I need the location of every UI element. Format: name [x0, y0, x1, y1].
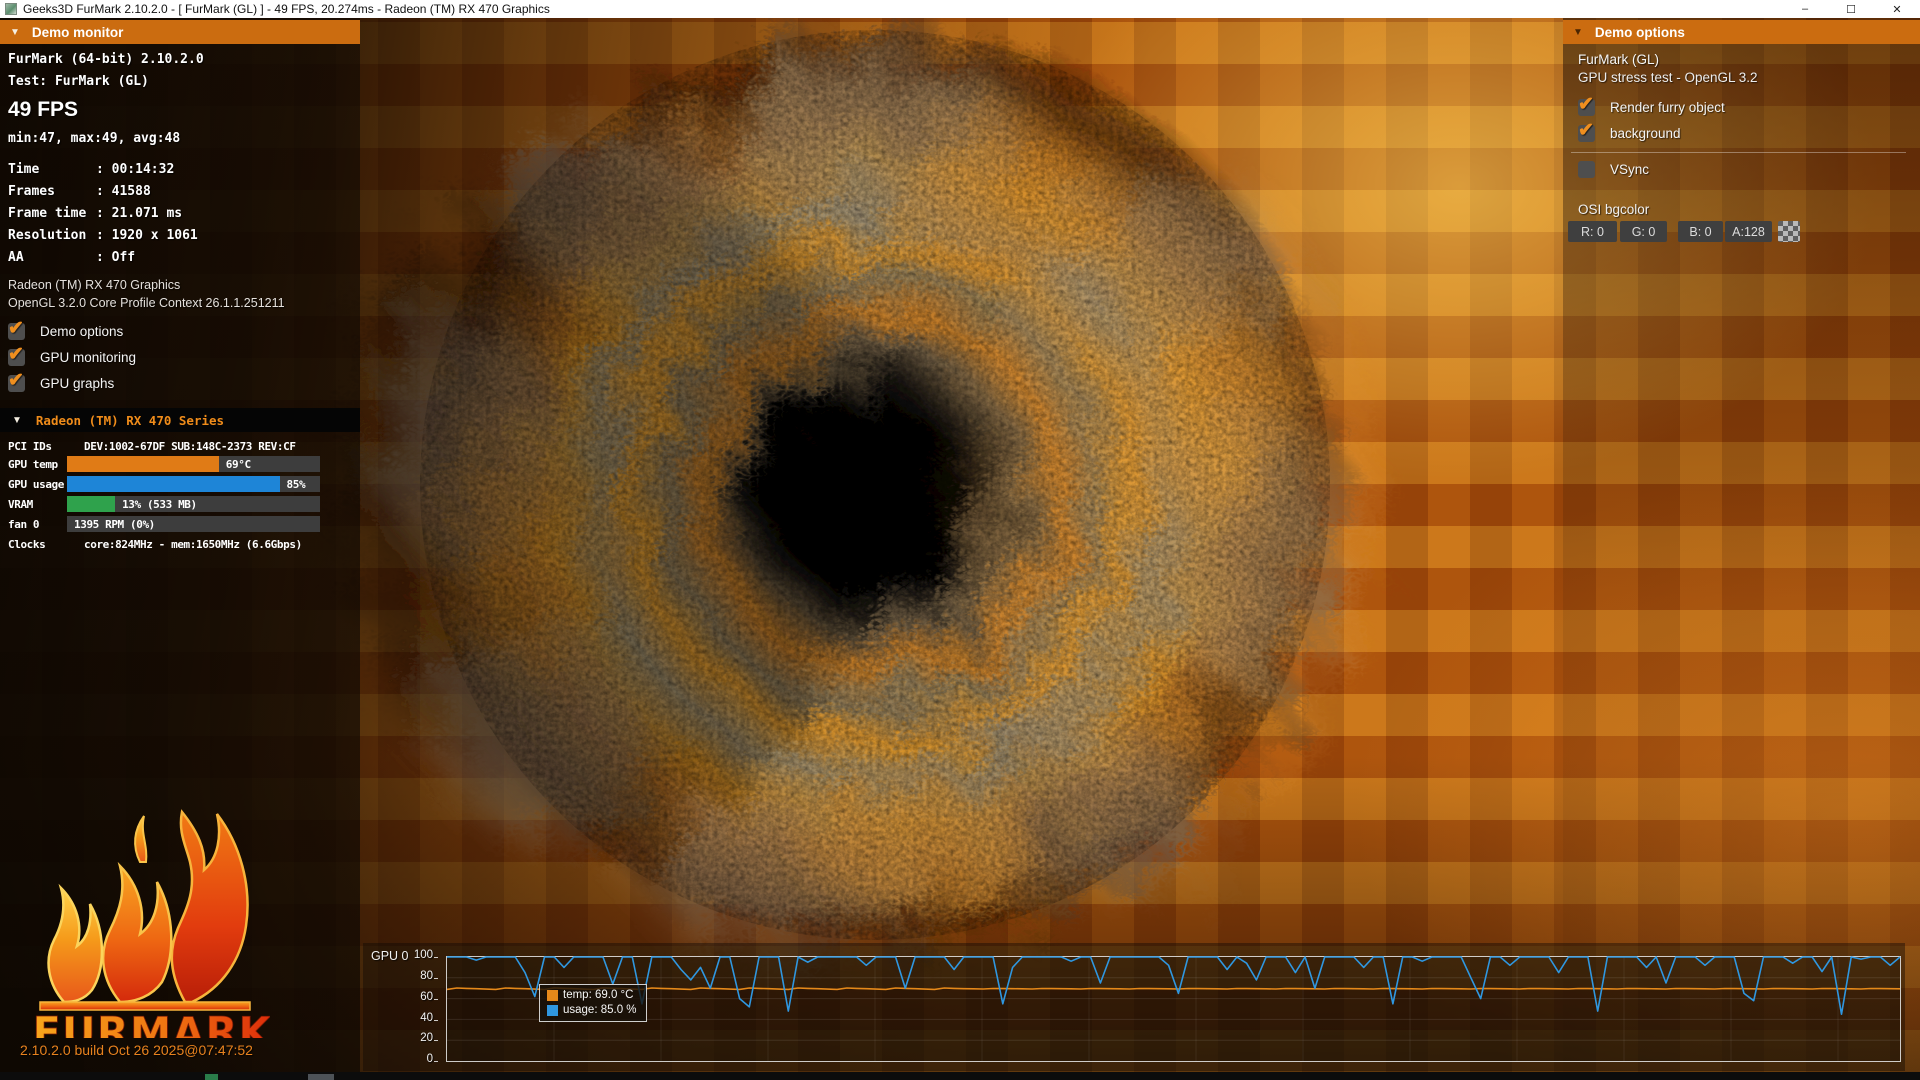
checkbox-icon[interactable] [8, 375, 25, 392]
demo-monitor-panel: ▼ Demo monitor FurMark (64-bit) 2.10.2.0… [0, 18, 360, 1072]
checkbox-gpu-graphs[interactable]: GPU graphs [8, 375, 114, 392]
taskbar-icon-fragment [308, 1074, 334, 1080]
window-title: Geeks3D FurMark 2.10.2.0 - [ FurMark (GL… [23, 2, 550, 16]
gpu-row-temp: GPU temp 69°C [0, 455, 360, 475]
collapse-icon[interactable]: ▼ [10, 27, 20, 38]
collapse-icon[interactable]: ▼ [12, 415, 22, 426]
opengl-version: OpenGL 3.2.0 Core Profile Context 26.1.1… [8, 294, 285, 312]
gpu-row-vram: VRAM 13% (533 MB) [0, 495, 360, 515]
demo-options-header[interactable]: ▼ Demo options [1563, 20, 1920, 44]
checkbox-label: background [1610, 126, 1681, 141]
gpu-graph-panel: GPU 0 10080 6040 200 temp: 69.0 °C usage… [363, 943, 1905, 1071]
graph-y-axis: 10080 6040 200 [401, 943, 439, 1071]
temp-bar: 69°C [67, 456, 320, 472]
usage-bar: 85% [67, 476, 320, 492]
fps-min-max-avg: min:47, max:49, avg:48 [8, 131, 180, 146]
temp-swatch-icon [547, 990, 558, 1001]
app-version-line: FurMark (64-bit) 2.10.2.0 [8, 52, 204, 67]
gpu-row-pci: PCI IDsDEV:1002-67DF SUB:148C-2373 REV:C… [0, 437, 360, 457]
checkbox-render-furry-object[interactable]: Render furry object [1578, 99, 1725, 116]
checkbox-label: Render furry object [1610, 100, 1725, 115]
app-window-icon [5, 3, 17, 15]
build-version-text: 2.10.2.0 build Oct 26 2025@07:47:52 [20, 1042, 253, 1058]
graph-plot-area: temp: 69.0 °C usage: 85.0 % [446, 956, 1901, 1062]
checkbox-icon[interactable] [1578, 161, 1595, 178]
checkbox-label: Demo options [40, 324, 123, 339]
flame-logo-icon: FURMARK [20, 770, 270, 1038]
furmark-logo-text: FURMARK [32, 1008, 270, 1038]
panel-title: Demo monitor [32, 25, 124, 40]
stat-resolution: Resolution1920 x 1061 [8, 225, 198, 247]
demo-options-panel: ▼ Demo options FurMark (GL) GPU stress t… [1563, 18, 1920, 1072]
stats-block: Time00:14:32 Frames41588 Frame time21.07… [8, 159, 198, 269]
collapse-icon[interactable]: ▼ [1573, 27, 1583, 38]
checkbox-icon[interactable] [8, 349, 25, 366]
bgcolor-a-field[interactable]: A:128 [1725, 221, 1772, 242]
checkbox-label: GPU monitoring [40, 350, 136, 365]
bgcolor-b-field[interactable]: B: 0 [1678, 221, 1723, 242]
gpu-series-title: Radeon (TM) RX 470 Series [36, 413, 224, 428]
window-titlebar: Geeks3D FurMark 2.10.2.0 - [ FurMark (GL… [0, 0, 1920, 18]
options-divider [1571, 152, 1906, 153]
osi-bgcolor-label: OSI bgcolor [1578, 202, 1649, 217]
taskbar-icon-fragment [205, 1074, 218, 1080]
checkbox-label: VSync [1610, 162, 1649, 177]
gpu-series-header[interactable]: ▼ Radeon (TM) RX 470 Series [0, 408, 360, 432]
legend-usage: usage: 85.0 % [547, 1004, 637, 1016]
checkbox-label: GPU graphs [40, 376, 114, 391]
stat-time: Time00:14:32 [8, 159, 198, 181]
vram-bar-fill [67, 496, 115, 512]
vram-bar: 13% (533 MB) [67, 496, 320, 512]
gpu-gl-info: Radeon (TM) RX 470 Graphics OpenGL 3.2.0… [8, 276, 285, 312]
gpu-row-fan: fan 0 1395 RPM (0%) [0, 515, 360, 535]
checkbox-vsync[interactable]: VSync [1578, 161, 1649, 178]
checkbox-icon[interactable] [8, 323, 25, 340]
checkbox-icon[interactable] [1578, 125, 1595, 142]
temp-bar-fill [67, 456, 219, 472]
panel-title: Demo options [1595, 25, 1685, 40]
bgcolor-preview-swatch[interactable] [1778, 221, 1800, 242]
checkbox-demo-options[interactable]: Demo options [8, 323, 123, 340]
checkbox-icon[interactable] [1578, 99, 1595, 116]
options-test-subtitle: GPU stress test - OpenGL 3.2 [1578, 70, 1758, 85]
checkbox-gpu-monitoring[interactable]: GPU monitoring [8, 349, 136, 366]
gpu-row-usage: GPU usage 85% [0, 475, 360, 495]
fps-value: 49 FPS [8, 98, 78, 122]
stat-frames: Frames41588 [8, 181, 198, 203]
options-test-title: FurMark (GL) [1578, 52, 1659, 67]
gpu-row-clocks: Clockscore:824MHz - mem:1650MHz (6.6Gbps… [0, 535, 360, 555]
usage-swatch-icon [547, 1005, 558, 1016]
fan-bar: 1395 RPM (0%) [67, 516, 320, 532]
bgcolor-r-field[interactable]: R: 0 [1568, 221, 1617, 242]
legend-temp: temp: 69.0 °C [547, 989, 637, 1001]
checkbox-background[interactable]: background [1578, 125, 1681, 142]
usage-bar-fill [67, 476, 280, 492]
render-viewport: ▼ Demo monitor FurMark (64-bit) 2.10.2.0… [0, 18, 1920, 1072]
graph-legend: temp: 69.0 °C usage: 85.0 % [539, 984, 647, 1022]
furmark-logo: FURMARK 2.10.2.0 build Oct 26 2025@07:47… [20, 770, 280, 1060]
taskbar-edge[interactable] [0, 1072, 1920, 1080]
bgcolor-g-field[interactable]: G: 0 [1620, 221, 1667, 242]
stat-frame-time: Frame time21.071 ms [8, 203, 198, 225]
close-icon[interactable]: ✕ [1874, 0, 1920, 18]
test-name-line: Test: FurMark (GL) [8, 74, 149, 89]
maximize-icon[interactable]: ☐ [1828, 0, 1874, 18]
gpu-name: Radeon (TM) RX 470 Graphics [8, 276, 285, 294]
minimize-icon[interactable]: – [1782, 0, 1828, 18]
demo-monitor-header[interactable]: ▼ Demo monitor [0, 20, 360, 44]
stat-aa: AAOff [8, 247, 198, 269]
window-controls: – ☐ ✕ [1782, 0, 1920, 18]
